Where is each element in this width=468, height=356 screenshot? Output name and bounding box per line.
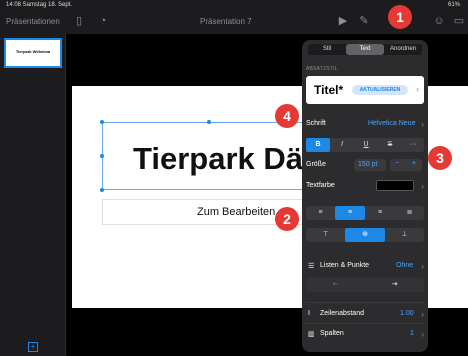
size-value-field[interactable]: 150 pt	[354, 159, 386, 171]
horizontal-alignment-buttons: ≡ ≡ ≡ ≣	[306, 206, 424, 220]
columns-icon: ▥	[308, 331, 315, 338]
align-left-button[interactable]: ≡	[306, 206, 335, 220]
strikethrough-button[interactable]: S	[378, 138, 402, 152]
more-format-button[interactable]: ···	[402, 138, 424, 152]
play-icon[interactable]: ▶	[336, 14, 350, 28]
size-label: Größe	[306, 161, 326, 168]
format-popover: Stil Text Anordnen ABSATZSTIL Titel* AKT…	[302, 40, 428, 352]
thumbnail-title: Tierpark Wilhelma	[15, 49, 51, 54]
line-spacing-icon: Ι	[308, 310, 310, 317]
slide-title: Tierpark Dä	[133, 141, 304, 176]
slide-navigator: Tierpark Wilhelma +	[0, 34, 66, 356]
slide-thumbnail[interactable]: Tierpark Wilhelma	[4, 38, 62, 68]
selection-handle[interactable]	[207, 120, 211, 124]
selection-handle[interactable]	[100, 188, 104, 192]
font-label: Schrift	[306, 120, 326, 127]
battery-indicator: 61%	[447, 2, 460, 8]
line-spacing-label: Zeilenabstand	[320, 310, 364, 317]
underline-button[interactable]: U	[354, 138, 378, 152]
align-right-button[interactable]: ≡	[365, 206, 395, 220]
size-decrease-button[interactable]: −	[395, 160, 399, 167]
line-spacing-value: 1.00	[400, 310, 414, 317]
callout-badge: 3	[428, 146, 452, 170]
text-color-swatch[interactable]	[376, 180, 414, 191]
columns-label: Spalten	[320, 330, 344, 337]
align-bottom-button[interactable]: ⊥	[385, 228, 424, 242]
title-text-box[interactable]: Tierpark Dä	[102, 122, 317, 190]
text-format-buttons: B I U S ···	[306, 138, 424, 152]
lists-value: Ohne	[396, 262, 414, 269]
format-brush-icon[interactable]: ✎	[357, 14, 371, 28]
chevron-right-icon: ›	[421, 120, 424, 129]
chevron-right-icon: ›	[421, 262, 424, 271]
paragraph-style-heading: ABSATZSTIL	[306, 66, 338, 72]
callout-badge: 1	[388, 5, 412, 29]
tab-stil[interactable]: Stil	[308, 44, 346, 55]
indent-button[interactable]: ⇥	[365, 278, 424, 292]
paragraph-style-selector[interactable]: Titel* AKTUALISIEREN ›	[306, 76, 424, 104]
chevron-right-icon: ›	[421, 182, 424, 191]
callout-badge: 2	[275, 207, 299, 231]
history-icon[interactable]: ◔	[96, 14, 110, 28]
status-time-date: 14:08 Samstag 18. Sept.	[6, 2, 73, 8]
columns-value: 1	[410, 330, 414, 337]
font-value: Helvetica Neue	[368, 120, 416, 127]
outdent-button[interactable]: ⇤	[306, 278, 365, 292]
tab-text[interactable]: Text	[346, 44, 384, 55]
divider	[306, 323, 424, 324]
update-style-button[interactable]: AKTUALISIEREN	[352, 85, 408, 95]
collaborate-icon[interactable]: ☺	[432, 14, 446, 28]
selection-handle[interactable]	[100, 154, 104, 158]
more-document-icon[interactable]: ▭	[452, 14, 466, 28]
document-title: Präsentation 7	[200, 17, 252, 26]
align-middle-button[interactable]: ⊕	[345, 228, 385, 242]
align-justify-button[interactable]: ≣	[395, 206, 424, 220]
add-slide-button[interactable]: +	[28, 342, 38, 352]
vertical-alignment-buttons: ⊤ ⊕ ⊥	[306, 228, 424, 242]
format-tabs: Stil Text Anordnen	[308, 44, 422, 55]
lists-label: Listen & Punkte	[320, 262, 370, 269]
align-top-button[interactable]: ⊤	[306, 228, 345, 242]
chevron-right-icon: ›	[421, 310, 424, 319]
text-color-label: Textfarbe	[306, 182, 335, 189]
sidebar-toggle-icon[interactable]: ▯	[72, 14, 86, 28]
paragraph-style-name: Titel*	[314, 83, 344, 97]
size-stepper: − +	[390, 159, 422, 171]
list-icon: ☰	[308, 263, 315, 270]
chevron-right-icon: ›	[416, 84, 419, 94]
divider	[306, 302, 424, 303]
align-center-button[interactable]: ≡	[335, 206, 365, 220]
size-increase-button[interactable]: +	[412, 160, 416, 167]
bold-button[interactable]: B	[306, 138, 330, 152]
slide-subtitle: Zum Bearbeiten	[197, 206, 276, 218]
indent-buttons: ⇤ ⇥	[306, 278, 424, 292]
italic-button[interactable]: I	[330, 138, 354, 152]
callout-badge: 4	[275, 104, 299, 128]
tab-anordnen[interactable]: Anordnen	[384, 44, 422, 55]
back-to-presentations-link[interactable]: Präsentationen	[6, 17, 60, 26]
selection-handle[interactable]	[100, 120, 104, 124]
chevron-right-icon: ›	[421, 330, 424, 339]
size-value: 150 pt	[358, 161, 378, 168]
